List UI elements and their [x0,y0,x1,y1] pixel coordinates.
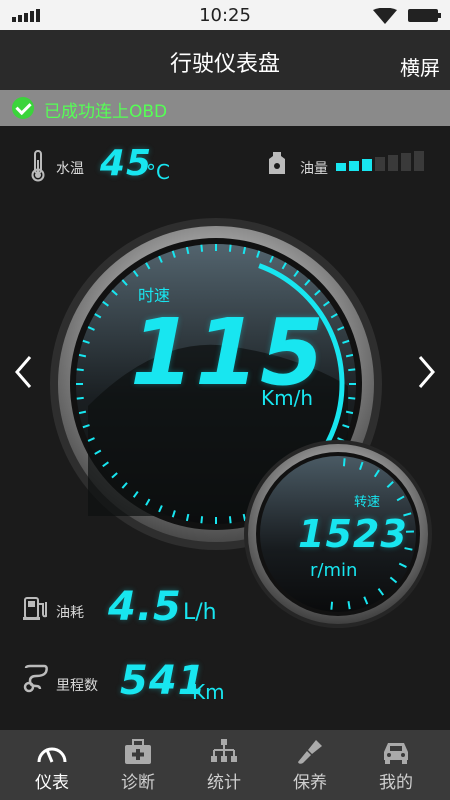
status-bar: 10:25 [0,0,450,30]
medkit-icon [125,739,151,764]
thermometer-icon [31,150,45,182]
rpm-unit: r/min [310,560,358,581]
tab-label: 仪表 [35,773,69,793]
tab-label: 统计 [207,773,241,793]
fuel-level-bar [362,159,372,171]
fuel-level-bar [375,157,385,171]
tab-maintenance[interactable]: 保养 [265,730,355,800]
mileage-label: 里程数 [56,678,98,694]
route-icon [23,664,48,693]
water-temp-label: 水温 [56,161,84,177]
fuel-level-bars [336,147,426,171]
fuel-pump-icon [23,597,47,620]
battery-icon [408,9,441,22]
tab-dashboard[interactable]: 仪表 [7,730,97,800]
speed-unit: Km/h [261,386,314,410]
fuel-consumption-unit: L/h [183,600,217,625]
nav-bar: 行驶仪表盘 横屏 [0,30,450,90]
rpm-label: 转速 [354,495,381,510]
gauge-icon [37,747,67,763]
car-icon [384,743,408,764]
landscape-button[interactable]: 横屏 [400,52,440,81]
water-temp-unit: °C [146,160,170,184]
wifi-icon [373,8,397,24]
connection-message: 已成功连上OBD [44,102,168,122]
hierarchy-icon [211,739,237,762]
fuel-level-bar [336,163,346,171]
fuel-consumption-value: 4.5 [108,584,182,630]
tab-label: 诊断 [121,773,155,793]
fuel-level-bar [349,161,359,171]
tab-diagnosis[interactable]: 诊断 [93,730,183,800]
tab-statistics[interactable]: 统计 [179,730,269,800]
tab-label: 我的 [379,773,413,793]
mileage-unit: Km [192,680,225,704]
fuel-level-bar [414,151,424,171]
connection-notice: 已成功连上OBD [0,90,450,126]
water-temp-value: 45 [100,143,153,184]
page-title: 行驶仪表盘 [169,52,280,77]
fuel-level-label: 油量 [300,161,328,177]
brush-icon [298,740,322,764]
tab-label: 保养 [293,773,327,793]
tab-mine[interactable]: 我的 [351,730,441,800]
check-icon [12,97,34,119]
fuel-level-bar [388,155,398,171]
rpm-value: 1523 [298,512,408,556]
prev-arrow-icon[interactable] [14,355,32,389]
fuel-can-icon [269,152,285,174]
fuel-consumption-label: 油耗 [56,605,84,621]
next-arrow-icon[interactable] [418,355,436,389]
tab-bar: 仪表 诊断 统计 保养 我的 [0,730,450,800]
fuel-level-bar [401,153,411,171]
